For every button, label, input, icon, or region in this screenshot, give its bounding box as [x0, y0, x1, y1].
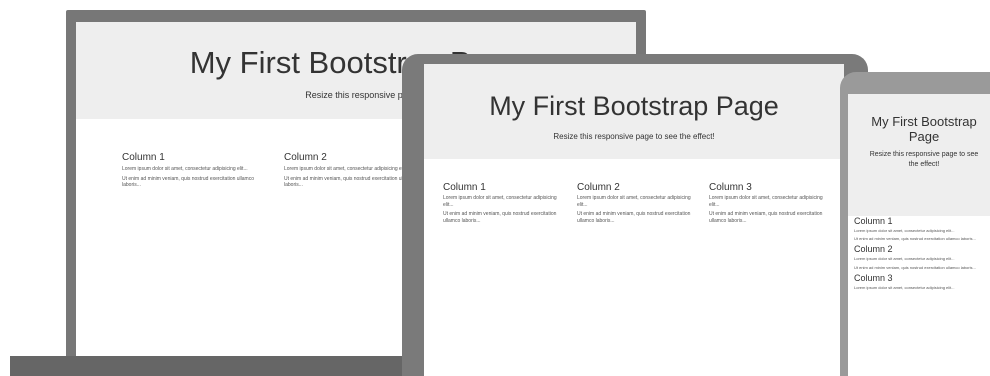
column-text: Lorem ipsum dolor sit amet, consectetur … — [854, 256, 955, 262]
column-heading: Column 2 — [854, 244, 893, 255]
column-heading: Column 3 — [709, 182, 752, 193]
page-subtitle: Resize this responsive page to see the ef… — [850, 150, 990, 170]
column-text: Ut enim ad minim veniam, quis nostrud ex… — [122, 175, 254, 189]
column-3: Column 3 Lorem ipsum dolor sit amet, con… — [709, 182, 824, 227]
column-3: Column 3 Lorem ipsum dolor sit amet, con… — [854, 273, 990, 290]
column-text: Lorem ipsum dolor sit amet, consectetur … — [443, 195, 557, 208]
column-text: Lorem ipsum dolor sit amet, consectetur … — [854, 284, 955, 290]
column-text: Ut enim ad minim veniam, quis nostrud ex… — [709, 211, 823, 224]
page-subtitle-line: the effect! — [908, 161, 940, 168]
column-text: Ut enim ad minim veniam, quis nostrud ex… — [854, 264, 976, 270]
page-subtitle: Resize this responsive page to see the e… — [553, 132, 715, 141]
page-title: My First Bootstrap Page — [489, 91, 779, 121]
column-text: Lorem ipsum dolor sit amet, consectetur … — [122, 166, 248, 172]
page-title-line: My First Bootstrap — [871, 114, 977, 129]
tablet-screen: My First Bootstrap Page Resize this resp… — [424, 64, 844, 376]
column-2: Column 2 Lorem ipsum dolor sit amet, con… — [854, 244, 990, 269]
column-heading: Column 1 — [854, 216, 893, 226]
column-heading: Column 1 — [443, 182, 486, 193]
column-heading: Column 2 — [577, 182, 620, 193]
column-text: Ut enim ad minim veniam, quis nostrud ex… — [577, 211, 691, 224]
phone-device: My First Bootstrap Page Resize this respo… — [840, 72, 990, 376]
jumbotron: My First Bootstrap Page Resize this respo… — [848, 94, 990, 216]
phone-screen: My First Bootstrap Page Resize this respo… — [848, 94, 990, 376]
column-heading: Column 3 — [854, 272, 893, 283]
column-text: Ut enim ad minim veniam, quis nostrud ex… — [443, 211, 557, 224]
columns-stack: Column 1 Lorem ipsum dolor sit amet, con… — [854, 216, 990, 293]
jumbotron: My First Bootstrap Page Resize this resp… — [424, 64, 844, 159]
column-1: Column 1 Lorem ipsum dolor sit amet, con… — [854, 216, 990, 241]
laptop-base — [10, 356, 430, 376]
column-text: Lorem ipsum dolor sit amet, consectetur … — [854, 228, 955, 233]
column-2: Column 2 Lorem ipsum dolor sit amet, con… — [577, 182, 692, 227]
column-1: Column 1 Lorem ipsum dolor sit amet, con… — [443, 182, 558, 227]
column-text: Lorem ipsum dolor sit amet, consectetur … — [577, 195, 691, 208]
page-title: My First Bootstrap Page — [850, 114, 990, 144]
column-text: Lorem ipsum dolor sit amet, consectetur … — [709, 195, 823, 208]
column-heading: Column 1 — [122, 152, 165, 163]
page-subtitle-line: Resize this responsive page to see — [869, 151, 979, 158]
page-title-line: Page — [908, 129, 940, 144]
column-text: Ut enim ad minim veniam, quis nostrud ex… — [854, 236, 976, 242]
tablet-device: My First Bootstrap Page Resize this resp… — [402, 54, 868, 376]
column-1: Column 1 Lorem ipsum dolor sit amet, con… — [122, 152, 272, 192]
